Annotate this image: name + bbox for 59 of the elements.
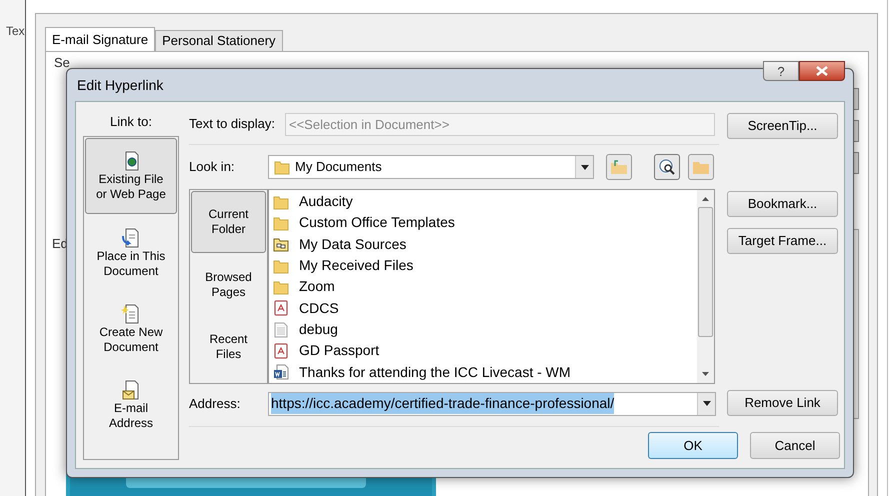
file-item[interactable]: debug <box>273 318 697 340</box>
cut-label: Tex <box>5 23 25 40</box>
scroll-up-icon <box>702 197 709 201</box>
file-item[interactable]: Zoom <box>273 276 697 298</box>
address-label: Address: <box>189 394 242 413</box>
file-item[interactable]: My Data Sources <box>273 234 697 255</box>
target-frame-button[interactable]: Target Frame... <box>727 228 838 254</box>
browse-nav-button[interactable]: Current Folder <box>191 191 266 253</box>
folder-icon <box>692 160 710 174</box>
cut-label: Se <box>54 54 70 72</box>
file-item[interactable]: CDCS <box>273 298 697 319</box>
file-item[interactable]: Thanks for attending the ICC Livecast - WM <box>273 362 697 383</box>
link-type-button[interactable]: E-mail Address <box>84 367 178 443</box>
text-to-display-label: Text to display: <box>189 115 276 134</box>
pdf-file-icon <box>273 300 289 316</box>
ok-button[interactable]: OK <box>648 432 738 459</box>
word-file-icon <box>273 364 289 380</box>
screentip-button[interactable]: ScreenTip... <box>727 113 838 139</box>
folder-icon <box>273 214 289 231</box>
folder-up-icon <box>610 159 628 175</box>
caret-icon <box>702 401 710 406</box>
tab[interactable]: E-mail Signature <box>45 27 156 51</box>
dropdown-button[interactable] <box>575 156 593 178</box>
folder-icon <box>273 278 289 295</box>
scroll-thumb[interactable] <box>698 207 713 337</box>
look-in-value: My Documents <box>295 158 383 176</box>
file-item[interactable]: My Received Files <box>273 254 697 276</box>
text-file-icon <box>273 322 289 338</box>
folder-icon <box>273 194 289 210</box>
dropdown-button[interactable] <box>697 392 715 414</box>
help-button[interactable]: ? <box>763 61 799 81</box>
caret-icon <box>580 164 588 170</box>
folder-icon <box>274 159 290 175</box>
address-value: https://icc.academy/certified-trade-finance-professional/ <box>271 393 614 414</box>
cancel-button[interactable]: Cancel <box>750 432 840 459</box>
file-item[interactable]: Audacity <box>273 191 697 212</box>
scroll-down-icon <box>702 372 709 376</box>
browse-web-button[interactable] <box>654 154 680 180</box>
link-to-label: Link to: <box>110 113 152 131</box>
file-item[interactable]: GD Passport <box>273 340 697 362</box>
link-type-button[interactable]: Place in This Document <box>84 215 178 291</box>
close-button[interactable] <box>799 61 845 81</box>
window-title: Edit Hyperlink <box>76 76 164 95</box>
remove-link-button[interactable]: Remove Link <box>727 390 838 416</box>
globe-search-icon <box>658 158 676 176</box>
close-icon <box>816 66 828 76</box>
look-in-dropdown[interactable]: My Documents <box>268 155 594 179</box>
browse-nav-button[interactable]: Recent Files <box>190 316 267 378</box>
folder-icon <box>273 258 289 274</box>
look-in-label: Look in: <box>189 158 236 176</box>
link-type-button[interactable]: Existing File or Web Page <box>85 138 177 214</box>
browse-nav-button[interactable]: Browsed Pages <box>190 254 267 316</box>
file-item[interactable]: Custom Office Templates <box>273 212 697 234</box>
tab[interactable]: Personal Stationery <box>155 30 283 51</box>
bookmark-button[interactable]: Bookmark... <box>727 191 838 217</box>
address-field[interactable]: https://icc.academy/certified-trade-finance-professional/ <box>268 392 716 416</box>
link-type-button[interactable]: Create New Document <box>84 291 178 367</box>
data-folder-icon <box>273 236 289 252</box>
pdf-file-icon <box>273 342 289 359</box>
